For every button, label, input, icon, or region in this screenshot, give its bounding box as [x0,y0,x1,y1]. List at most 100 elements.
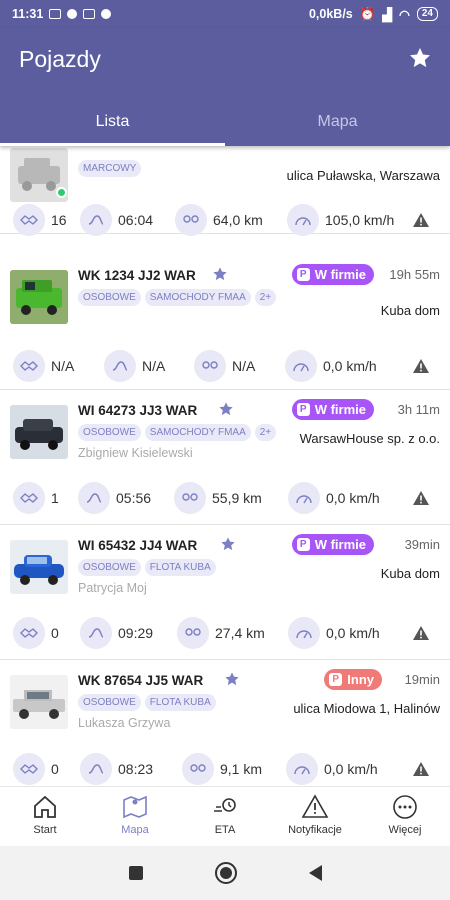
stat-duration: 05:56 [116,490,152,506]
vehicle-stats: 16 06:04 64,0 km 105,0 km/h [0,204,450,244]
warning-icon[interactable] [412,625,430,641]
vehicle-photo [10,270,68,324]
distance-icon [182,753,214,785]
vehicle-driver: Patrycja Moj [78,581,147,595]
alert-icon [301,794,329,818]
status-bar: 11:31 0,0kB/s ⏰ ▟ ◠ 24 [0,0,450,28]
stat-count: 16 [51,212,67,228]
star-icon[interactable] [224,671,240,687]
stat-duration: 09:29 [118,625,154,641]
speedometer-icon [285,350,317,382]
stat-count: 0 [51,761,59,777]
handshake-icon [13,350,45,382]
star-icon[interactable] [408,46,432,70]
network-speed: 0,0kB/s [308,7,353,21]
vehicle-card[interactable]: WI 64273 JJ3 WAR P W firmie 3h 11m OSOBOW… [0,391,450,525]
stat-speed: 0,0 km/h [326,625,380,641]
signal-icon: ▟ [382,7,392,22]
vehicle-card[interactable]: MARCOWY ulica Puławska, Warszawa 16 06:0… [0,146,450,236]
handshake-icon [13,204,45,236]
tag: OSOBOWE [78,424,141,441]
page-title: Pojazdy [19,46,101,72]
route-icon [80,617,112,649]
star-icon[interactable] [212,266,228,282]
more-icon [393,795,417,819]
vehicle-location: ulica Puławska, Warszawa [286,168,440,183]
gallery-icon [49,9,62,19]
nav-eta[interactable]: ETA [180,787,270,846]
stat-duration: 08:23 [118,761,154,777]
stat-count: 1 [51,490,59,506]
tag: FLOTA KUBA [144,694,216,711]
warning-icon[interactable] [412,761,430,777]
parking-icon: P [296,403,310,416]
nav-label: ETA [214,824,236,836]
status-time: 3h 11m [397,402,440,417]
battery-icon: 24 [416,7,438,21]
vehicle-plate: WK 1234 JJ2 WAR [78,268,196,283]
tag: FLOTA KUBA [144,559,216,576]
tab-list[interactable]: Lista [0,106,225,146]
stat-distance: 9,1 km [220,761,263,777]
vehicle-plate: WK 87654 JJ5 WAR [78,673,204,688]
nav-label: Start [33,824,57,836]
tab-bar: Lista Mapa [0,106,450,146]
tag-more: 2+ [254,424,277,441]
nav-map[interactable]: Mapa [90,787,180,846]
vehicle-tags: OSOBOWE FLOTA KUBA [78,694,216,711]
vehicle-card[interactable]: WK 87654 JJ5 WAR P Inny 19min OSOBOWE FLO… [0,661,450,786]
stat-count: 0 [51,625,59,641]
status-time: 19min [404,672,440,687]
route-icon [78,482,110,514]
vehicle-card[interactable]: WK 1234 JJ2 WAR P W firmie 19h 55m OSOBOW… [0,256,450,390]
stat-distance: N/A [232,358,256,374]
vehicle-location: Kuba dom [380,566,440,581]
wifi-icon: ◠ [398,7,410,22]
vehicle-card[interactable]: WI 65432 JJ4 WAR P W firmie 39min OSOBOWE… [0,526,450,660]
handshake-icon [13,482,45,514]
stat-speed: 105,0 km/h [325,212,395,228]
email-icon [83,9,96,19]
star-icon[interactable] [218,401,234,417]
status-badge-label: W firmie [314,267,366,282]
star-icon[interactable] [220,536,236,552]
tab-map[interactable]: Mapa [225,106,450,146]
vehicle-driver: Lukasza Grzywa [78,716,171,730]
vehicle-list[interactable]: MARCOWY ulica Puławska, Warszawa 16 06:0… [0,146,450,786]
vehicle-photo [10,675,68,729]
online-indicator [56,187,67,198]
status-time: 11:31 [12,7,44,21]
speedometer-icon [286,753,318,785]
status-time: 19h 55m [389,267,440,282]
nav-notifications[interactable]: Notyfikacje [270,787,360,846]
nav-more[interactable]: Więcej [360,787,450,846]
back-button[interactable] [308,865,322,881]
handshake-icon [13,617,45,649]
vehicle-tags: OSOBOWE SAMOCHODY FMAA 2+ [78,424,277,441]
stat-distance: 64,0 km [213,212,263,228]
status-badge-label: Inny [347,672,374,687]
tag: OSOBOWE [78,559,141,576]
vehicle-location: ulica Miodowa 1, Halinów [293,701,440,716]
warning-icon[interactable] [412,212,430,228]
nav-label: Więcej [388,824,422,836]
warning-icon[interactable] [412,490,430,506]
vehicle-tags: MARCOWY [78,160,142,177]
vehicle-stats: 0 09:29 27,4 km 0,0 km/h [0,617,450,657]
alarm-icon: ⏰ [359,6,376,21]
nav-start[interactable]: Start [0,787,90,846]
system-navigation [0,846,450,900]
status-badge: P W firmie [291,399,374,420]
route-icon [80,204,112,236]
warning-icon[interactable] [412,358,430,374]
recents-button[interactable] [128,866,143,880]
parking-icon: P [296,538,310,551]
vehicle-tags: OSOBOWE FLOTA KUBA [78,559,216,576]
home-button[interactable] [214,862,237,884]
stat-count: N/A [51,358,75,374]
vehicle-driver: Zbigniew Kisielewski [78,446,193,460]
stat-speed: 0,0 km/h [324,761,378,777]
stat-speed: 0,0 km/h [326,490,380,506]
speedometer-icon [288,482,320,514]
eta-icon [214,798,236,812]
